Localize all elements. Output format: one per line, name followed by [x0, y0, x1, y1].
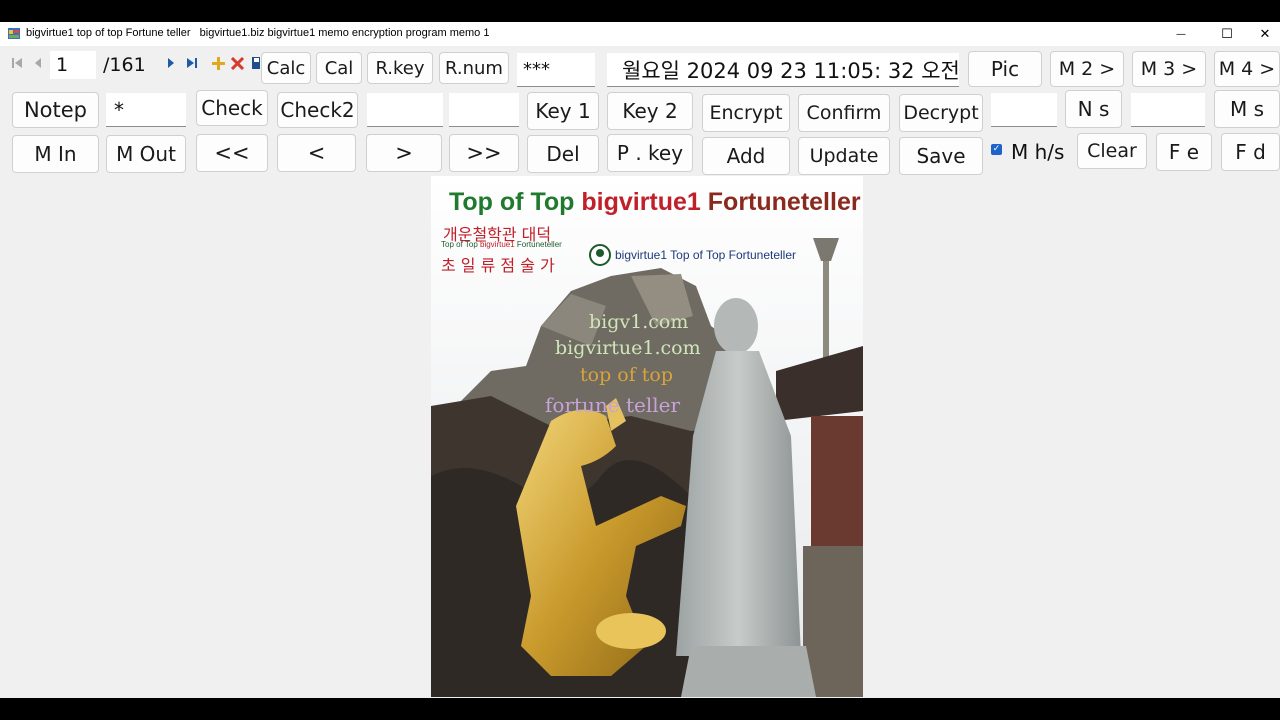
position-field[interactable]: 1: [50, 51, 96, 79]
prev-record-button[interactable]: <: [277, 134, 356, 172]
ns-button[interactable]: N s: [1065, 90, 1122, 128]
next-icon[interactable]: [166, 57, 176, 69]
app-window: bigvirtue1 top of top Fortune teller big…: [0, 22, 1280, 698]
save-button[interactable]: Save: [899, 137, 983, 175]
key2-button[interactable]: Key 2: [607, 92, 693, 130]
confirm-button[interactable]: Confirm: [798, 94, 890, 132]
m4-button[interactable]: M 4 >: [1214, 51, 1280, 87]
close-icon: ✕: [1259, 26, 1271, 42]
mhs-label: M h/s: [1011, 140, 1065, 164]
key1-button[interactable]: Key 1: [527, 92, 599, 130]
ms-button[interactable]: M s: [1214, 90, 1280, 128]
small-line-part2: bigvirtue1: [480, 240, 515, 249]
datetime-field[interactable]: 월요일 2024 09 23 11:05: 32 오전: [607, 53, 959, 87]
check2-button[interactable]: Check2: [277, 92, 358, 128]
window-title: bigvirtue1 top of top Fortune teller big…: [26, 27, 490, 39]
notep-button[interactable]: Notep: [12, 92, 99, 128]
rnum-button[interactable]: R.num: [439, 52, 509, 84]
last-icon[interactable]: [186, 57, 198, 69]
small-line-part1: Top of Top: [441, 240, 480, 249]
pic-button[interactable]: Pic: [968, 51, 1042, 87]
first-icon[interactable]: [11, 57, 23, 69]
m3-button[interactable]: M 3 >: [1132, 51, 1206, 87]
heading-part3: Fortuneteller: [700, 188, 861, 216]
small-line-part3: Fortuneteller: [514, 240, 562, 249]
password-field[interactable]: ***: [517, 53, 595, 87]
close-button[interactable]: ✕: [1242, 22, 1280, 46]
title-bar: bigvirtue1 top of top Fortune teller big…: [0, 22, 1280, 46]
next-record-button[interactable]: >: [366, 134, 442, 172]
heading-part2: bigvirtue1: [581, 188, 701, 216]
poster-small-line: Top of Top bigvirtue1 Fortuneteller: [441, 240, 562, 249]
rkey-button[interactable]: R.key: [367, 52, 433, 84]
poster-logo-text: bigvirtue1 Top of Top Fortuneteller: [615, 248, 797, 262]
plus-icon[interactable]: [212, 57, 225, 70]
del-button[interactable]: Del: [527, 135, 599, 173]
fe-button[interactable]: F e: [1156, 133, 1212, 171]
poster-image: Top of Top bigvirtue1 Fortuneteller 개운철학…: [431, 176, 863, 697]
memo-out-button[interactable]: M Out: [106, 135, 186, 173]
key-field-b[interactable]: [449, 93, 519, 127]
decrypt-button[interactable]: Decrypt: [899, 94, 983, 132]
fd-button[interactable]: F d: [1221, 133, 1280, 171]
poster-tag1: top of top: [580, 364, 674, 386]
ns-field[interactable]: [991, 93, 1057, 127]
pkey-button[interactable]: P . key: [607, 134, 693, 172]
last-record-button[interactable]: >>: [449, 134, 519, 172]
mhs-checkbox[interactable]: ✓: [991, 144, 1002, 155]
poster-tag2: fortune teller: [545, 393, 681, 417]
key-field-a[interactable]: [367, 93, 443, 127]
count-label: /161: [103, 54, 146, 76]
update-button[interactable]: Update: [798, 137, 890, 175]
poster-heading: Top of Top bigvirtue1 Fortuneteller: [449, 188, 861, 217]
minimize-icon: —: [1176, 28, 1186, 40]
ms-field[interactable]: [1131, 93, 1205, 127]
poster-korean-line2: 초 일 류 점 술 가: [441, 256, 555, 275]
cal-button[interactable]: Cal: [316, 52, 362, 84]
search-field[interactable]: *: [106, 93, 186, 127]
check-button[interactable]: Check: [196, 90, 268, 126]
poster-url2: bigvirtue1.com: [555, 337, 701, 359]
prev-icon[interactable]: [33, 57, 43, 69]
app-icon: [8, 28, 20, 39]
memo-in-button[interactable]: M In: [12, 135, 99, 173]
delete-icon[interactable]: [231, 57, 244, 70]
m2-button[interactable]: M 2 >: [1050, 51, 1124, 87]
maximize-icon: ☐: [1221, 26, 1233, 42]
clear-button[interactable]: Clear: [1077, 133, 1147, 169]
encrypt-button[interactable]: Encrypt: [702, 94, 790, 132]
floppy-icon[interactable]: [252, 57, 260, 69]
calc-button[interactable]: Calc: [261, 52, 311, 84]
first-record-button[interactable]: <<: [196, 134, 268, 172]
minimize-button[interactable]: —: [1158, 22, 1204, 46]
add-button[interactable]: Add: [702, 137, 790, 175]
poster-url1: bigv1.com: [589, 311, 689, 333]
heading-part1: Top of Top: [449, 188, 582, 216]
